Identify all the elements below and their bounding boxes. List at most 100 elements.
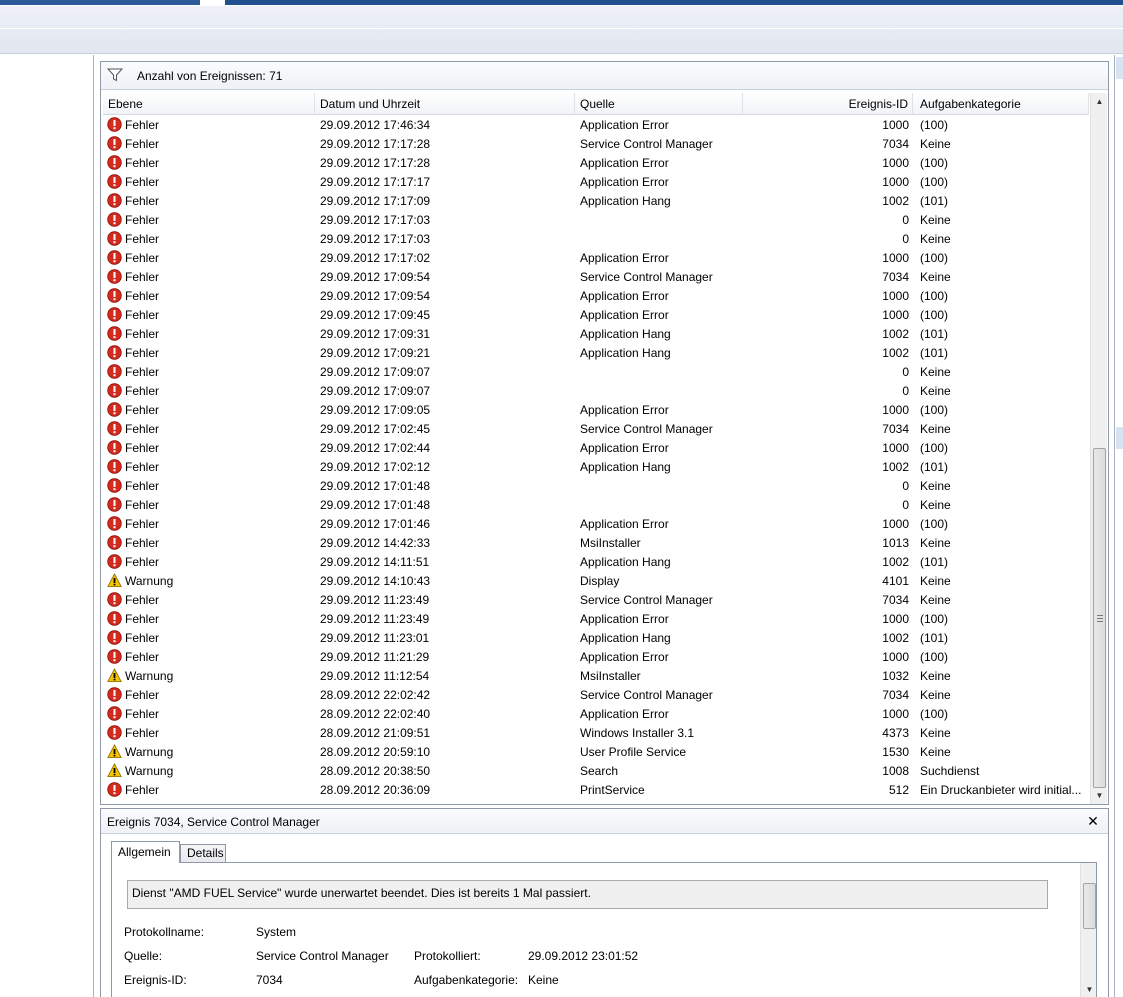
table-row[interactable]: Fehler 29.09.2012 17:17:09 Application Han… bbox=[103, 192, 1089, 211]
table-row[interactable]: Fehler 29.09.2012 11:23:01 Application Han… bbox=[103, 629, 1089, 648]
detail-scrollbar[interactable]: ▼ bbox=[1080, 863, 1096, 997]
table-row[interactable]: Fehler 29.09.2012 17:01:46 Application Err… bbox=[103, 515, 1089, 534]
category-cell: Keine bbox=[920, 498, 951, 512]
column-header-date[interactable]: Datum und Uhrzeit bbox=[315, 93, 575, 115]
table-row[interactable]: Warnung 28.09.2012 20:59:10 User Profile S… bbox=[103, 743, 1089, 762]
table-row[interactable]: Fehler 29.09.2012 17:09:54 Service Control… bbox=[103, 268, 1089, 287]
date-cell: 29.09.2012 17:09:45 bbox=[320, 308, 431, 322]
detail-title: Ereignis 7034, Service Control Manager bbox=[107, 815, 320, 829]
event-id-cell: 1000 bbox=[882, 441, 909, 455]
table-row[interactable]: Fehler 29.09.2012 17:09:07 0 Keine bbox=[103, 363, 1089, 382]
table-row[interactable]: Fehler 29.09.2012 17:02:44 Application Err… bbox=[103, 439, 1089, 458]
table-row[interactable]: Fehler 29.09.2012 17:09:05 Application Err… bbox=[103, 401, 1089, 420]
level-cell: Fehler bbox=[107, 230, 307, 249]
table-row[interactable]: Fehler 29.09.2012 17:46:34 Application Err… bbox=[103, 116, 1089, 135]
date-cell: 29.09.2012 17:02:44 bbox=[320, 441, 431, 455]
category-cell: Keine bbox=[920, 213, 951, 227]
table-row[interactable]: Fehler 28.09.2012 22:02:42 Service Control… bbox=[103, 686, 1089, 705]
error-icon bbox=[107, 535, 122, 550]
event-id-label: Ereignis-ID: bbox=[124, 973, 187, 987]
column-header-level[interactable]: Ebene bbox=[103, 93, 315, 115]
level-text: Fehler bbox=[125, 270, 160, 284]
table-row[interactable]: Fehler 28.09.2012 20:36:09 PrintService 512… bbox=[103, 781, 1089, 800]
table-row[interactable]: Fehler 29.09.2012 17:17:03 0 Keine bbox=[103, 211, 1089, 230]
detail-scrollbar-thumb[interactable] bbox=[1083, 883, 1096, 929]
scroll-up-arrow-icon[interactable]: ▲ bbox=[1091, 93, 1108, 110]
error-icon bbox=[107, 649, 122, 664]
event-list-scrollbar[interactable]: ▲ ▼ bbox=[1090, 93, 1107, 804]
category-cell: (100) bbox=[920, 650, 949, 664]
event-description[interactable]: Dienst "AMD FUEL Service" wurde unerwart… bbox=[127, 880, 1048, 909]
table-row[interactable]: Fehler 29.09.2012 17:01:48 0 Keine bbox=[103, 477, 1089, 496]
event-id-cell: 1002 bbox=[882, 327, 909, 341]
tab-general[interactable]: Allgemein bbox=[111, 841, 180, 863]
table-row[interactable]: Warnung 29.09.2012 11:12:54 MsiInstaller 10… bbox=[103, 667, 1089, 686]
table-row[interactable]: Fehler 29.09.2012 14:11:51 Application Han… bbox=[103, 553, 1089, 572]
table-row[interactable]: Fehler 29.09.2012 11:21:29 Application Err… bbox=[103, 648, 1089, 667]
toolbar-divider bbox=[0, 28, 1123, 29]
event-id-cell: 1013 bbox=[882, 536, 909, 550]
table-row[interactable]: Fehler 29.09.2012 17:17:17 Application Err… bbox=[103, 173, 1089, 192]
table-row[interactable]: Fehler 28.09.2012 22:02:40 Application Err… bbox=[103, 705, 1089, 724]
level-text: Fehler bbox=[125, 650, 160, 664]
category-cell: (100) bbox=[920, 118, 949, 132]
level-cell: Fehler bbox=[107, 610, 307, 629]
filter-icon[interactable] bbox=[107, 68, 123, 82]
table-row[interactable]: Fehler 29.09.2012 17:09:21 Application Han… bbox=[103, 344, 1089, 363]
navigation-tree-pane[interactable] bbox=[0, 55, 94, 997]
table-row[interactable]: Fehler 29.09.2012 17:17:28 Application Err… bbox=[103, 154, 1089, 173]
column-header-source[interactable]: Quelle bbox=[575, 93, 743, 115]
category-cell: (100) bbox=[920, 612, 949, 626]
close-icon[interactable]: ✕ bbox=[1085, 813, 1101, 829]
level-cell: Fehler bbox=[107, 496, 307, 515]
table-row[interactable]: Warnung 29.09.2012 14:10:43 Display 4101 Kei… bbox=[103, 572, 1089, 591]
date-cell: 28.09.2012 20:38:50 bbox=[320, 764, 431, 778]
category-cell: Keine bbox=[920, 422, 951, 436]
table-row[interactable]: Fehler 29.09.2012 17:09:07 0 Keine bbox=[103, 382, 1089, 401]
table-row[interactable]: Fehler 29.09.2012 17:09:31 Application Han… bbox=[103, 325, 1089, 344]
table-row[interactable]: Fehler 29.09.2012 17:09:54 Application Err… bbox=[103, 287, 1089, 306]
level-text: Fehler bbox=[125, 536, 160, 550]
table-row[interactable]: Fehler 28.09.2012 21:09:51 Windows Install… bbox=[103, 724, 1089, 743]
error-icon bbox=[107, 136, 122, 151]
error-icon bbox=[107, 269, 122, 284]
category-cell: (101) bbox=[920, 327, 949, 341]
table-row[interactable]: Fehler 29.09.2012 17:17:28 Service Control… bbox=[103, 135, 1089, 154]
level-cell: Fehler bbox=[107, 781, 307, 800]
error-icon bbox=[107, 364, 122, 379]
level-text: Fehler bbox=[125, 498, 160, 512]
event-id-cell: 1002 bbox=[882, 460, 909, 474]
table-row[interactable]: Fehler 29.09.2012 17:17:03 0 Keine bbox=[103, 230, 1089, 249]
category-cell: (101) bbox=[920, 460, 949, 474]
category-cell: (100) bbox=[920, 156, 949, 170]
table-row[interactable]: Fehler 29.09.2012 11:23:49 Service Control… bbox=[103, 591, 1089, 610]
table-row[interactable]: Fehler 29.09.2012 17:02:12 Application Han… bbox=[103, 458, 1089, 477]
table-row[interactable]: Fehler 29.09.2012 17:02:45 Service Control… bbox=[103, 420, 1089, 439]
column-header-category[interactable]: Aufgabenkategorie bbox=[915, 93, 1089, 115]
level-cell: Fehler bbox=[107, 154, 307, 173]
category-cell: Keine bbox=[920, 593, 951, 607]
error-icon bbox=[107, 497, 122, 512]
level-text: Warnung bbox=[125, 574, 174, 588]
table-row[interactable]: Warnung 28.09.2012 20:38:50 Search 1008 Such… bbox=[103, 762, 1089, 781]
table-row[interactable]: Fehler 29.09.2012 17:17:02 Application Err… bbox=[103, 249, 1089, 268]
scroll-down-arrow-icon[interactable]: ▼ bbox=[1091, 787, 1108, 804]
table-row[interactable]: Fehler 29.09.2012 14:42:33 MsiInstaller 101… bbox=[103, 534, 1089, 553]
level-cell: Fehler bbox=[107, 192, 307, 211]
event-id-cell: 1008 bbox=[882, 764, 909, 778]
error-icon bbox=[107, 459, 122, 474]
actions-pane[interactable] bbox=[1114, 55, 1123, 997]
event-id-cell: 0 bbox=[902, 213, 909, 227]
level-cell: Fehler bbox=[107, 249, 307, 268]
level-text: Fehler bbox=[125, 194, 160, 208]
table-row[interactable]: Fehler 29.09.2012 11:23:49 Application Err… bbox=[103, 610, 1089, 629]
date-cell: 29.09.2012 17:02:45 bbox=[320, 422, 431, 436]
tab-details[interactable]: Details bbox=[180, 844, 226, 863]
table-row[interactable]: Fehler 29.09.2012 17:01:48 0 Keine bbox=[103, 496, 1089, 515]
date-cell: 29.09.2012 17:01:48 bbox=[320, 498, 431, 512]
event-id-cell: 1032 bbox=[882, 669, 909, 683]
detail-scroll-down-arrow-icon[interactable]: ▼ bbox=[1081, 981, 1096, 997]
scrollbar-thumb[interactable] bbox=[1093, 448, 1106, 788]
table-row[interactable]: Fehler 29.09.2012 17:09:45 Application Err… bbox=[103, 306, 1089, 325]
column-header-event-id[interactable]: Ereignis-ID bbox=[743, 93, 913, 115]
